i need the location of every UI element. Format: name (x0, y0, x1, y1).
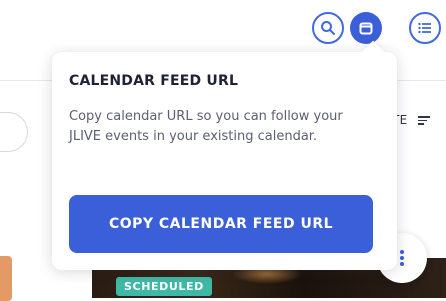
popover-description: Copy calendar URL so you can follow your… (69, 109, 343, 144)
list-icon (418, 22, 431, 34)
event-thumbnail[interactable] (0, 256, 12, 301)
calendar-icon (359, 22, 373, 35)
list-view-button[interactable] (409, 12, 441, 44)
more-vertical-icon (400, 250, 404, 266)
status-badge: SCHEDULED (116, 277, 212, 296)
sort-control[interactable]: TE (392, 113, 430, 127)
search-icon (321, 21, 335, 35)
filter-pill[interactable] (0, 112, 28, 152)
calendar-feed-popover: CALENDAR FEED URL Copy calendar URL so y… (52, 40, 397, 270)
sort-icon (417, 114, 430, 127)
copy-calendar-feed-url-button[interactable]: COPY CALENDAR FEED URL (69, 195, 373, 253)
popover-arrow (361, 40, 385, 64)
search-button[interactable] (312, 12, 344, 44)
popover-title: CALENDAR FEED URL (69, 73, 239, 89)
calendar-button[interactable] (350, 12, 382, 44)
